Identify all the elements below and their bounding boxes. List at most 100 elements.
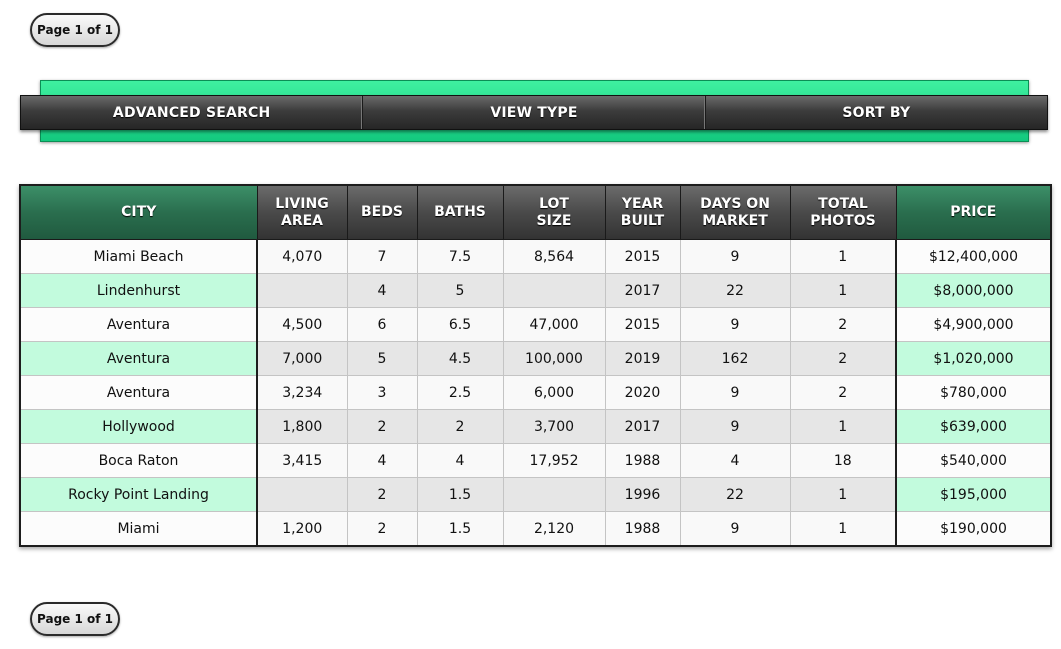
- cell-beds: 5: [346, 341, 418, 376]
- cell-days-on-market: 4: [679, 443, 791, 478]
- table-row[interactable]: Rocky Point Landing 2 1.5 1996 22 1 $195,000: [19, 477, 1052, 512]
- cell-days-on-market: 22: [679, 477, 791, 512]
- cell-beds: 3: [346, 375, 418, 410]
- header-baths[interactable]: BATHS: [416, 184, 504, 240]
- header-living-area[interactable]: LIVING AREA: [256, 184, 348, 240]
- cell-city: Aventura: [19, 375, 258, 410]
- cell-days-on-market: 9: [679, 375, 791, 410]
- nav-bar: ADVANCED SEARCH VIEW TYPE SORT BY: [20, 95, 1048, 130]
- header-lot-size[interactable]: LOT SIZE: [502, 184, 606, 240]
- cell-baths: 4: [416, 443, 504, 478]
- cell-year-built: 1996: [604, 477, 681, 512]
- cell-living-area: 4,500: [256, 307, 348, 342]
- cell-city: Aventura: [19, 341, 258, 376]
- cell-days-on-market: 9: [679, 307, 791, 342]
- cell-city: Miami Beach: [19, 239, 258, 274]
- cell-beds: 2: [346, 409, 418, 444]
- cell-total-photos: 1: [789, 239, 897, 274]
- cell-year-built: 2015: [604, 307, 681, 342]
- pager-top[interactable]: Page 1 of 1: [30, 13, 120, 47]
- cell-city: Lindenhurst: [19, 273, 258, 308]
- cell-baths: 5: [416, 273, 504, 308]
- cell-lot-size: 2,120: [502, 511, 606, 547]
- cell-price: $195,000: [895, 477, 1052, 512]
- cell-living-area: 3,415: [256, 443, 348, 478]
- cell-total-photos: 2: [789, 341, 897, 376]
- table-row[interactable]: Aventura 4,500 6 6.5 47,000 2015 9 2 $4,900,000: [19, 307, 1052, 342]
- cell-lot-size: [502, 477, 606, 512]
- sort-by-button[interactable]: SORT BY: [706, 96, 1047, 129]
- listings-table: CITY LIVING AREA BEDS BATHS LOT SIZE YEA…: [19, 184, 1052, 547]
- cell-city: Boca Raton: [19, 443, 258, 478]
- cell-price: $540,000: [895, 443, 1052, 478]
- cell-lot-size: 17,952: [502, 443, 606, 478]
- cell-price: $8,000,000: [895, 273, 1052, 308]
- cell-baths: 1.5: [416, 477, 504, 512]
- cell-lot-size: 6,000: [502, 375, 606, 410]
- cell-total-photos: 1: [789, 273, 897, 308]
- cell-living-area: 1,200: [256, 511, 348, 547]
- cell-days-on-market: 9: [679, 511, 791, 547]
- advanced-search-button[interactable]: ADVANCED SEARCH: [21, 96, 364, 129]
- header-beds[interactable]: BEDS: [346, 184, 418, 240]
- table-row[interactable]: Boca Raton 3,415 4 4 17,952 1988 4 18 $540,000: [19, 443, 1052, 478]
- cell-living-area: 1,800: [256, 409, 348, 444]
- header-total-photos[interactable]: TOTAL PHOTOS: [789, 184, 897, 240]
- header-year-built[interactable]: YEAR BUILT: [604, 184, 681, 240]
- header-days-on-market[interactable]: DAYS ON MARKET: [679, 184, 791, 240]
- cell-lot-size: [502, 273, 606, 308]
- cell-year-built: 2020: [604, 375, 681, 410]
- cell-year-built: 2019: [604, 341, 681, 376]
- header-price[interactable]: PRICE: [895, 184, 1052, 240]
- cell-price: $1,020,000: [895, 341, 1052, 376]
- cell-living-area: [256, 477, 348, 512]
- cell-city: Aventura: [19, 307, 258, 342]
- cell-baths: 2.5: [416, 375, 504, 410]
- cell-price: $4,900,000: [895, 307, 1052, 342]
- cell-beds: 4: [346, 443, 418, 478]
- view-type-button[interactable]: VIEW TYPE: [363, 96, 706, 129]
- cell-baths: 7.5: [416, 239, 504, 274]
- cell-price: $12,400,000: [895, 239, 1052, 274]
- table-row[interactable]: Miami 1,200 2 1.5 2,120 1988 9 1 $190,000: [19, 511, 1052, 547]
- cell-lot-size: 100,000: [502, 341, 606, 376]
- cell-baths: 6.5: [416, 307, 504, 342]
- cell-lot-size: 47,000: [502, 307, 606, 342]
- table-row[interactable]: Lindenhurst 4 5 2017 22 1 $8,000,000: [19, 273, 1052, 308]
- cell-living-area: [256, 273, 348, 308]
- cell-year-built: 1988: [604, 511, 681, 547]
- cell-year-built: 2017: [604, 409, 681, 444]
- cell-beds: 2: [346, 511, 418, 547]
- cell-total-photos: 18: [789, 443, 897, 478]
- cell-lot-size: 8,564: [502, 239, 606, 274]
- cell-days-on-market: 22: [679, 273, 791, 308]
- table-row[interactable]: Miami Beach 4,070 7 7.5 8,564 2015 9 1 $12,400,0…: [19, 239, 1052, 274]
- cell-beds: 4: [346, 273, 418, 308]
- cell-beds: 2: [346, 477, 418, 512]
- cell-days-on-market: 9: [679, 239, 791, 274]
- cell-living-area: 7,000: [256, 341, 348, 376]
- table-row[interactable]: Aventura 7,000 5 4.5 100,000 2019 162 2 $1,020,0…: [19, 341, 1052, 376]
- cell-city: Rocky Point Landing: [19, 477, 258, 512]
- cell-total-photos: 1: [789, 409, 897, 444]
- table-row[interactable]: Aventura 3,234 3 2.5 6,000 2020 9 2 $780,000: [19, 375, 1052, 410]
- cell-city: Hollywood: [19, 409, 258, 444]
- cell-year-built: 2015: [604, 239, 681, 274]
- cell-city: Miami: [19, 511, 258, 547]
- cell-price: $639,000: [895, 409, 1052, 444]
- table-header-row: CITY LIVING AREA BEDS BATHS LOT SIZE YEA…: [19, 184, 1052, 240]
- table-row[interactable]: Hollywood 1,800 2 2 3,700 2017 9 1 $639,000: [19, 409, 1052, 444]
- cell-total-photos: 1: [789, 511, 897, 547]
- header-city[interactable]: CITY: [19, 184, 258, 240]
- cell-baths: 2: [416, 409, 504, 444]
- cell-lot-size: 3,700: [502, 409, 606, 444]
- cell-total-photos: 2: [789, 307, 897, 342]
- pager-bottom[interactable]: Page 1 of 1: [30, 602, 120, 636]
- cell-days-on-market: 9: [679, 409, 791, 444]
- cell-price: $780,000: [895, 375, 1052, 410]
- search-nav: ADVANCED SEARCH VIEW TYPE SORT BY: [20, 80, 1048, 142]
- cell-price: $190,000: [895, 511, 1052, 547]
- cell-beds: 7: [346, 239, 418, 274]
- cell-beds: 6: [346, 307, 418, 342]
- cell-total-photos: 2: [789, 375, 897, 410]
